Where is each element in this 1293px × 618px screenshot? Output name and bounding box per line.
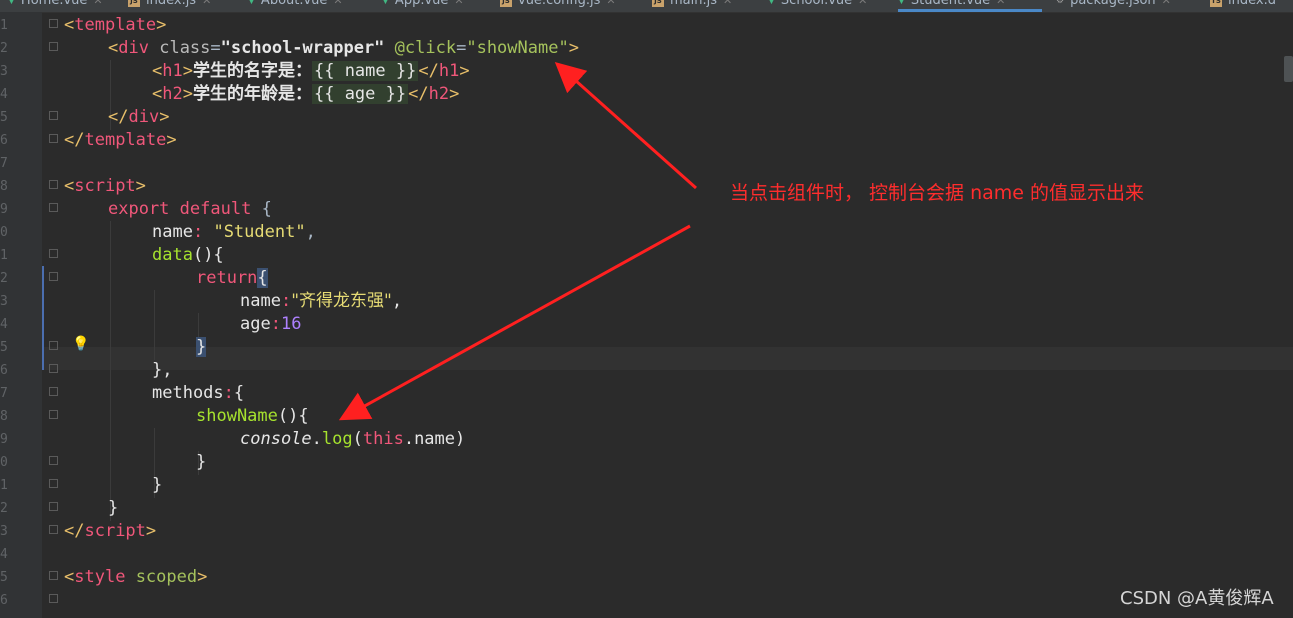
annotation-label: 当点击组件时， 控制台会据 name 的值显示出来: [730, 182, 1145, 204]
csdn-watermark: CSDN @A黄俊辉A: [1120, 588, 1274, 609]
annotation-arrows: [338, 62, 697, 421]
arrow-to-show-name: [338, 224, 691, 421]
arrow-to-click-handler: [554, 62, 697, 190]
